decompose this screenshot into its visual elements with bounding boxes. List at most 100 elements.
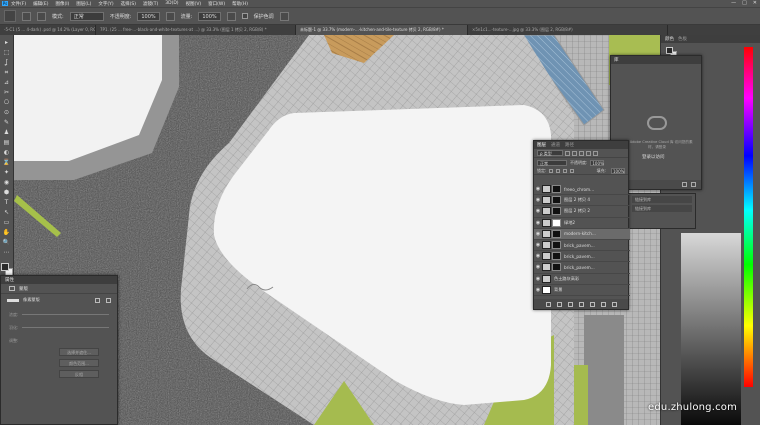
layer-fill-input[interactable]: 100% (611, 167, 625, 174)
layer-mask-thumbnail[interactable] (552, 185, 561, 194)
layer-mask-thumbnail[interactable] (552, 252, 561, 261)
crop-tool-icon[interactable]: ⊿ (2, 79, 11, 87)
menu-select[interactable]: 选择(S) (121, 1, 136, 7)
menu-type[interactable]: 文字(Y) (98, 1, 113, 7)
tab-properties[interactable]: 属性 (5, 277, 14, 283)
layer-mask-thumbnail[interactable] (552, 207, 561, 216)
link-row-1[interactable]: 链接到库 (632, 196, 692, 203)
lock-all-icon[interactable] (570, 168, 575, 173)
density-slider[interactable] (22, 314, 109, 315)
layer-row[interactable]: ◉ 背景 (534, 285, 630, 296)
lasso-tool-icon[interactable]: ʆ (2, 59, 11, 67)
visibility-eye-icon[interactable]: ◉ (534, 253, 542, 259)
visibility-eye-icon[interactable]: ◉ (534, 242, 542, 248)
layer-mask-thumbnail[interactable] (552, 229, 561, 238)
new-layer-icon[interactable] (600, 301, 606, 307)
hand-tool-icon[interactable]: ✋ (2, 229, 11, 237)
visibility-eye-icon[interactable]: ◉ (534, 208, 542, 214)
tab-color[interactable]: 颜色 (665, 36, 674, 42)
lock-pixels-icon[interactable] (549, 168, 554, 173)
visibility-eye-icon[interactable]: ◉ (534, 186, 542, 192)
visibility-eye-icon[interactable]: ◉ (534, 197, 542, 203)
tab-document-2[interactable]: 7P1. (25 ... free-...-black-and-white-te… (96, 25, 296, 35)
pressure-opacity-icon[interactable] (165, 11, 175, 21)
adjustment-layer-icon[interactable] (578, 301, 584, 307)
layer-row[interactable]: ◉ 绿地2 (534, 218, 630, 229)
invert-button[interactable]: 反相 (59, 370, 99, 378)
layer-row[interactable]: ◉ 图层 2 拷贝 2 (534, 206, 630, 218)
filter-adjust-icon[interactable] (572, 150, 577, 156)
healing-tool-icon[interactable]: ⎔ (2, 99, 11, 107)
layer-opacity-input[interactable]: 100% (590, 159, 605, 166)
layer-filter-select[interactable]: ρ 类型 (537, 150, 563, 156)
tab-channels[interactable]: 通道 (551, 142, 560, 148)
menu-help[interactable]: 帮助(H) (232, 1, 248, 7)
library-trash-icon[interactable] (691, 182, 696, 187)
feather-slider[interactable] (22, 327, 109, 328)
layer-style-icon[interactable] (556, 301, 562, 307)
blur-tool-icon[interactable]: ✦ (2, 169, 11, 177)
panel-foreground-swatch[interactable] (666, 47, 673, 54)
add-mask-icon[interactable] (567, 301, 573, 307)
layer-row-selected[interactable]: ◉ modern-kitch... (534, 228, 630, 240)
select-and-mask-button[interactable]: 选择并遮住... (59, 348, 99, 356)
visibility-eye-icon[interactable]: ◉ (534, 264, 542, 270)
tab-paths[interactable]: 路径 (565, 142, 574, 148)
move-tool-icon[interactable]: ▸ (2, 39, 11, 47)
tab-document-3[interactable]: 未标题-1 @ 33.7% (modern-...-kitchen-and-ti… (296, 25, 468, 35)
opacity-input[interactable]: 100% (137, 11, 160, 21)
layer-row[interactable]: ◉ freeo_chrom... (534, 184, 630, 196)
tab-libraries[interactable]: 库 (614, 57, 619, 63)
filter-pixel-icon[interactable] (565, 150, 570, 156)
menu-filter[interactable]: 滤镜(T) (143, 1, 158, 7)
protect-tones-checkbox[interactable] (241, 13, 248, 19)
link-layers-icon[interactable] (545, 301, 551, 307)
color-range-button[interactable]: 颜色范围... (59, 359, 99, 367)
layer-mask-thumbnail[interactable] (552, 263, 561, 272)
menu-layer[interactable]: 图层(L) (76, 1, 91, 7)
path-select-tool-icon[interactable]: ↖ (2, 209, 11, 217)
tab-document-1[interactable]: -5-C1 (5 ... 4-dark) .psd @ 14.2% (Layer… (0, 25, 96, 35)
shape-tool-icon[interactable]: ▭ (2, 219, 11, 227)
new-group-icon[interactable] (589, 301, 595, 307)
filter-smart-icon[interactable] (593, 150, 598, 156)
link-row-2[interactable]: 链接到库 (632, 205, 692, 212)
dodge-tool-icon[interactable]: ◉ (2, 179, 11, 187)
lock-position-icon[interactable] (556, 168, 561, 173)
layer-mask-thumbnail[interactable] (552, 218, 561, 227)
type-tool-icon[interactable]: T (2, 199, 11, 207)
minimize-button[interactable]: — (731, 0, 736, 6)
tab-layers[interactable]: 图层 (537, 142, 546, 148)
pressure-size-icon[interactable] (279, 11, 289, 21)
tool-preset-picker[interactable] (4, 10, 16, 22)
visibility-eye-icon[interactable]: ◉ (534, 287, 542, 293)
menu-window[interactable]: 窗口(W) (208, 1, 225, 7)
eyedropper-tool-icon[interactable]: ✂ (2, 89, 11, 97)
menu-image[interactable]: 图像(I) (55, 1, 69, 7)
layer-row[interactable]: ◉ 图层 2 拷贝 4 (534, 195, 630, 207)
eraser-tool-icon[interactable]: ◐ (2, 149, 11, 157)
filter-type-icon[interactable] (579, 150, 584, 156)
close-button[interactable]: ✕ (753, 0, 757, 6)
airbrush-icon[interactable] (226, 11, 236, 21)
clone-stamp-tool-icon[interactable]: ♟ (2, 129, 11, 137)
layer-mask-thumbnail[interactable] (552, 196, 561, 205)
layer-row[interactable]: ◉ brick_pavem... (534, 262, 630, 274)
mode-select[interactable]: 正常 (69, 11, 104, 21)
visibility-eye-icon[interactable]: ◉ (534, 220, 542, 226)
foreground-color-swatch[interactable] (0, 263, 9, 271)
layer-row[interactable]: ◉ brick_pavem... (534, 251, 630, 263)
layer-mask-thumbnail[interactable] (552, 241, 561, 250)
lock-artboard-icon[interactable] (563, 168, 568, 173)
layer-row[interactable]: ◉ brick_pavem... (534, 240, 630, 252)
more-tools-icon[interactable]: ⋯ (2, 249, 11, 257)
blend-mode-select[interactable]: 正常 (537, 159, 567, 166)
tab-document-4[interactable]: ×5n1c1...-texture-...jpg @ 33.3% (图层 2, … (468, 25, 668, 35)
menu-edit[interactable]: 编辑(E) (33, 1, 48, 7)
visibility-eye-icon[interactable]: ◉ (534, 276, 542, 282)
marquee-tool-icon[interactable]: ⬚ (2, 49, 11, 57)
add-pixel-mask-icon[interactable] (95, 297, 100, 303)
pen-tool-icon[interactable]: ⬢ (2, 189, 11, 197)
gradient-tool-icon[interactable]: ⌛ (2, 159, 11, 167)
libraries-login-button[interactable]: 登录以访问 (642, 154, 665, 160)
